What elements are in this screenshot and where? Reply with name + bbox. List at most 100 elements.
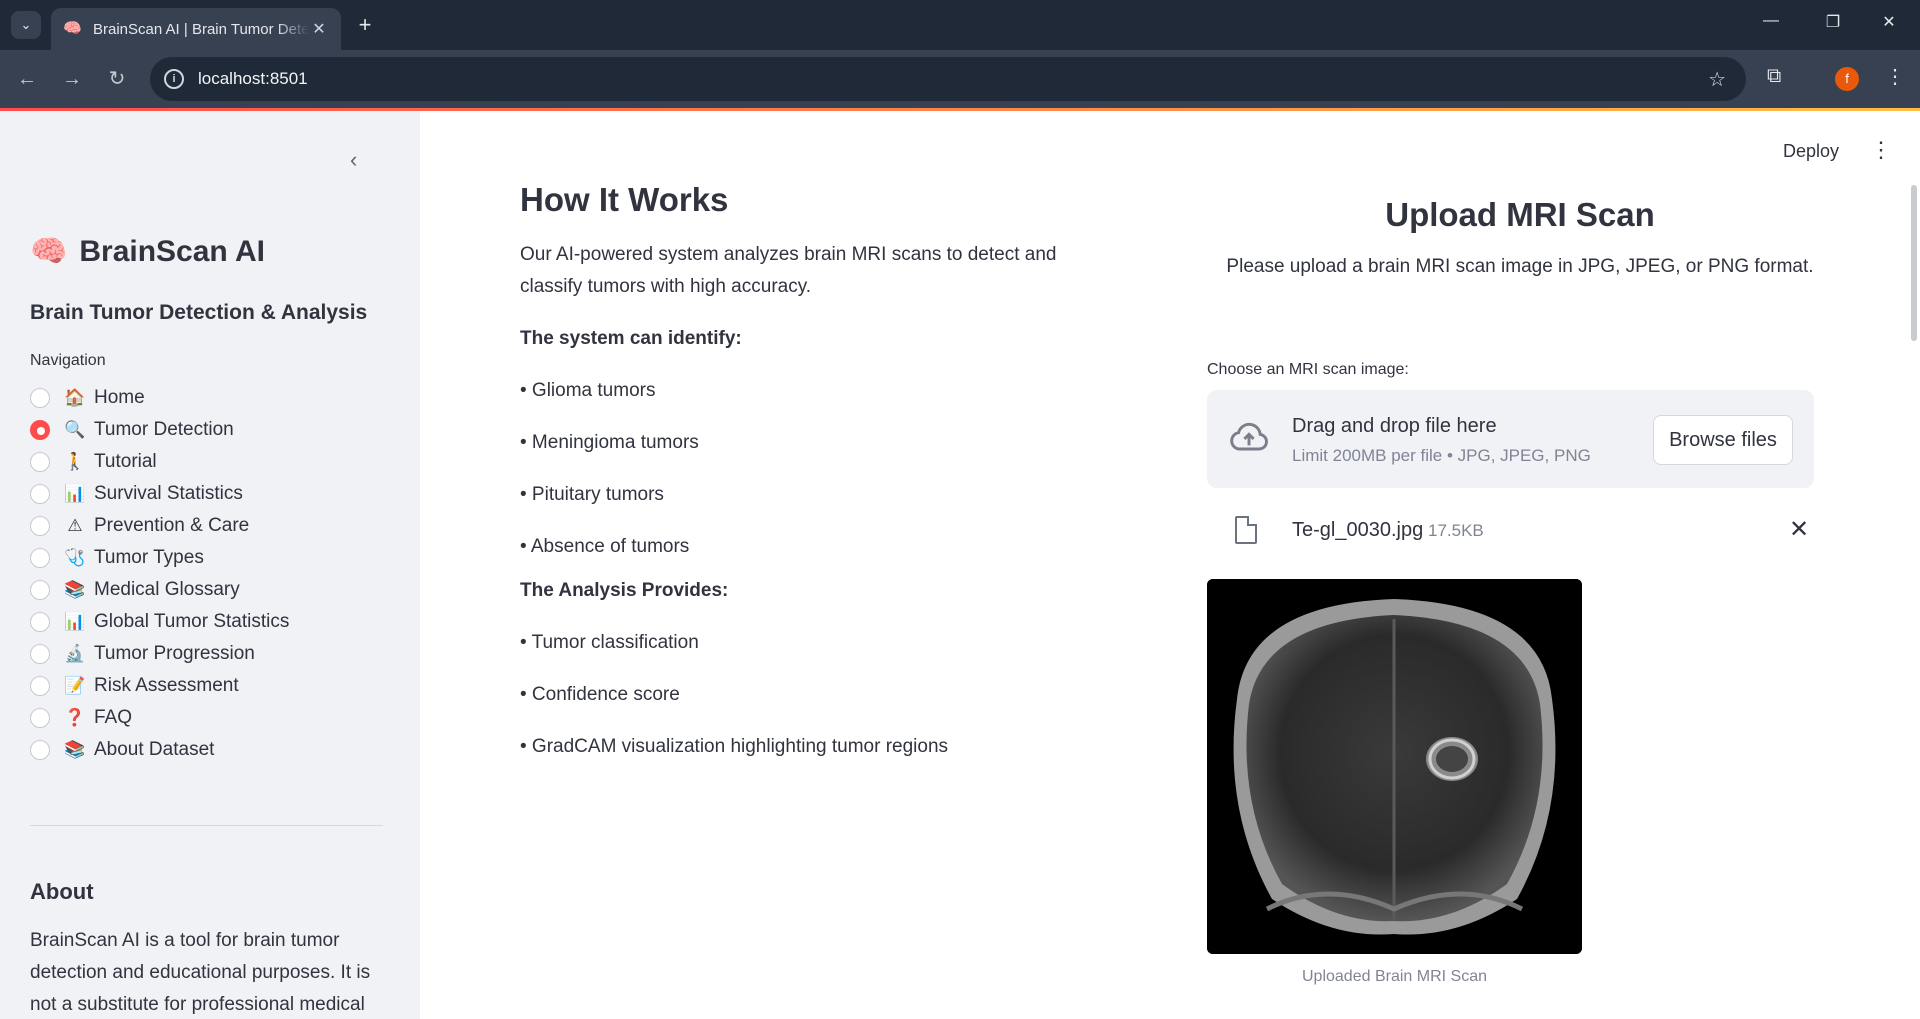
forward-button[interactable]: →	[58, 65, 86, 93]
nav-item-icon: 📊	[64, 484, 86, 503]
radio-circle[interactable]	[30, 708, 50, 728]
extensions-icon[interactable]: ⧉	[1767, 65, 1781, 88]
nav-item-label: Tumor Progression	[94, 643, 255, 664]
nav-radio-item[interactable]: 📚 About Dataset	[30, 734, 289, 766]
browser-tab[interactable]: 🧠 BrainScan AI | Brain Tumor Detection ✕	[51, 8, 341, 50]
radio-circle[interactable]	[30, 484, 50, 504]
list-item: • Glioma tumors	[520, 380, 656, 401]
list-item: • Confidence score	[520, 684, 680, 705]
restore-button[interactable]: ❐	[1818, 12, 1848, 32]
nav-item-label: Survival Statistics	[94, 483, 243, 504]
scrollbar[interactable]	[1911, 185, 1917, 341]
brand-title: 🧠 BrainScan AI	[30, 234, 265, 269]
browser-menu-icon[interactable]: ⋮	[1885, 64, 1905, 89]
nav-item-icon: 📝	[64, 676, 86, 695]
nav-item-icon: 📊	[64, 612, 86, 631]
main-menu-icon[interactable]: ⋮	[1870, 137, 1892, 163]
bookmark-star-icon[interactable]: ☆	[1708, 67, 1726, 92]
back-button[interactable]: ←	[13, 65, 41, 93]
nav-item-icon: 🔍	[64, 420, 86, 439]
radio-circle[interactable]	[30, 420, 50, 440]
nav-radio-item[interactable]: 📊 Survival Statistics	[30, 478, 289, 510]
main-content: Deploy ⋮ How It Works Our AI-powered sys…	[420, 111, 1920, 1019]
radio-circle[interactable]	[30, 452, 50, 472]
nav-radio-item[interactable]: 📚 Medical Glossary	[30, 574, 289, 606]
brain-favicon-icon: 🧠	[63, 20, 82, 37]
minimize-button[interactable]: —	[1756, 12, 1786, 30]
list-item: • Tumor classification	[520, 632, 699, 653]
radio-circle[interactable]	[30, 644, 50, 664]
upload-section: Upload MRI Scan Please upload a brain MR…	[1207, 196, 1833, 278]
nav-item-label: About Dataset	[94, 739, 215, 760]
reload-button[interactable]: ↻	[103, 65, 131, 93]
nav-radio-item[interactable]: 🏠 Home	[30, 382, 289, 414]
app-header: Deploy ⋮	[420, 111, 1920, 185]
file-size: 17.5KB	[1428, 521, 1484, 540]
upload-title: Upload MRI Scan	[1385, 196, 1655, 233]
file-icon	[1235, 516, 1257, 544]
navigation-label: Navigation	[30, 352, 106, 369]
collapse-sidebar-chevron-icon[interactable]: ‹	[350, 147, 357, 173]
deploy-button[interactable]: Deploy	[1783, 141, 1839, 162]
tab-close-icon[interactable]: ✕	[309, 19, 329, 39]
new-tab-button[interactable]: +	[352, 12, 378, 38]
sidebar-subtitle: Brain Tumor Detection & Analysis	[30, 301, 368, 324]
remove-file-icon[interactable]: ✕	[1789, 515, 1809, 544]
nav-radio-item[interactable]: 🔍 Tumor Detection	[30, 414, 289, 446]
nav-item-label: Tumor Detection	[94, 419, 234, 440]
radio-circle[interactable]	[30, 612, 50, 632]
nav-item-label: Risk Assessment	[94, 675, 239, 696]
radio-circle[interactable]	[30, 516, 50, 536]
nav-item-label: Tutorial	[94, 451, 157, 472]
radio-circle[interactable]	[30, 388, 50, 408]
tab-search-button[interactable]: ⌄	[11, 11, 41, 39]
file-dropzone[interactable]: Drag and drop file here Limit 200MB per …	[1207, 390, 1814, 488]
nav-item-label: Medical Glossary	[94, 579, 240, 600]
nav-radio-item[interactable]: 🚶 Tutorial	[30, 446, 289, 478]
how-it-works-title: How It Works	[520, 181, 729, 218]
nav-item-icon: 🔬	[64, 644, 86, 663]
nav-item-label: Global Tumor Statistics	[94, 611, 290, 632]
image-caption: Uploaded Brain MRI Scan	[1302, 968, 1487, 985]
identify-list: • Glioma tumors • Meningioma tumors • Pitu…	[520, 375, 1120, 583]
navigation-radio-group: 🏠 Home 🔍 Tumor Detection 🚶 Tutorial 📊 Survival …	[30, 382, 289, 766]
nav-item-label: Tumor Types	[94, 547, 204, 568]
nav-item-icon: ⚠	[67, 516, 83, 535]
nav-radio-item[interactable]: ❓ FAQ	[30, 702, 289, 734]
nav-item-label: Prevention & Care	[94, 515, 250, 536]
brain-icon: 🧠	[30, 235, 68, 268]
nav-item-icon: 📚	[64, 740, 86, 759]
how-it-works-section: How It Works Our AI-powered system analy…	[520, 181, 1120, 783]
nav-item-icon: 🩺	[64, 548, 86, 567]
file-uploader-label: Choose an MRI scan image:	[1207, 361, 1409, 378]
identify-heading: The system can identify:	[520, 328, 742, 349]
cloud-upload-icon	[1227, 416, 1271, 460]
nav-radio-item[interactable]: 🔬 Tumor Progression	[30, 638, 289, 670]
file-name: Te-gl_0030.jpg	[1292, 519, 1424, 541]
sidebar-divider	[30, 825, 383, 826]
radio-circle[interactable]	[30, 676, 50, 696]
about-text: BrainScan AI is a tool for brain tumor d…	[30, 930, 371, 1015]
nav-item-icon: 🚶	[64, 452, 86, 471]
drop-text: Drag and drop file here	[1292, 415, 1497, 437]
nav-radio-item[interactable]: ⚠ Prevention & Care	[30, 510, 289, 542]
nav-radio-item[interactable]: 📝 Risk Assessment	[30, 670, 289, 702]
radio-circle[interactable]	[30, 740, 50, 760]
site-info-icon[interactable]: i	[164, 69, 184, 89]
upload-description: Please upload a brain MRI scan image in …	[1226, 256, 1814, 277]
browse-files-button[interactable]: Browse files	[1653, 415, 1793, 465]
how-intro: Our AI-powered system analyzes brain MRI…	[520, 244, 1057, 297]
nav-radio-item[interactable]: 📊 Global Tumor Statistics	[30, 606, 289, 638]
sidebar: ‹ 🧠 BrainScan AI Brain Tumor Detection &…	[0, 111, 420, 1019]
tab-title: BrainScan AI | Brain Tumor Detection	[93, 20, 309, 38]
close-window-button[interactable]: ✕	[1874, 12, 1904, 32]
provides-heading: The Analysis Provides:	[520, 580, 729, 601]
profile-avatar[interactable]: f	[1835, 67, 1859, 91]
radio-circle[interactable]	[30, 580, 50, 600]
nav-item-icon: 📚	[64, 580, 86, 599]
address-bar[interactable]: i localhost:8501 ☆	[150, 57, 1746, 101]
radio-circle[interactable]	[30, 548, 50, 568]
list-item: • GradCAM visualization highlighting tum…	[520, 736, 949, 757]
nav-radio-item[interactable]: 🩺 Tumor Types	[30, 542, 289, 574]
limit-text: Limit 200MB per file • JPG, JPEG, PNG	[1292, 446, 1591, 465]
